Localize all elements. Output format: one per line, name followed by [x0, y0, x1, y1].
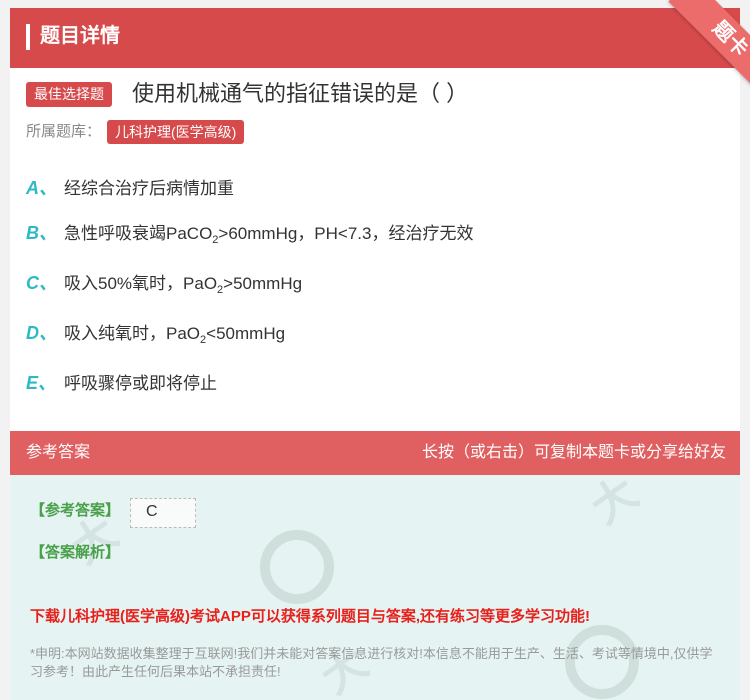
- option-text-tail: >60mmHg，PH<7.3，经治疗无效: [218, 224, 474, 243]
- watermark-mark: 大: [582, 475, 647, 534]
- card-header: 题目详情: [10, 8, 740, 68]
- option-text: 急性呼吸衰竭PaCO: [64, 224, 213, 243]
- option-b[interactable]: B、 急性呼吸衰竭PaCO2>60mmHg，PH<7.3，经治疗无效: [26, 218, 474, 248]
- option-text: 吸入50%氧时，PaO: [64, 274, 218, 293]
- watermark-logo-icon: [260, 530, 334, 604]
- option-c[interactable]: C、 吸入50%氧时，PaO2>50mmHg: [26, 268, 302, 298]
- question-text: 使用机械通气的指征错误的是（ ）: [132, 81, 469, 106]
- option-letter: E、: [26, 373, 57, 393]
- disclaimer-text: *申明:本网站数据收集整理于互联网!我们并未能对答案信息进行核对!本信息不能用于…: [30, 646, 713, 679]
- option-letter: C、: [26, 273, 57, 293]
- analysis-label: 【答案解析】: [30, 544, 121, 561]
- app-download-promo[interactable]: 下载儿科护理(医学高级)考试APP可以获得系列题目与答案,还有练习等更多学习功能…: [30, 606, 590, 628]
- header-accent-bar: [26, 24, 30, 50]
- option-d[interactable]: D、 吸入纯氧时，PaO2<50mmHg: [26, 318, 285, 348]
- option-letter: B、: [26, 223, 57, 243]
- option-text: 吸入纯氧时，PaO: [64, 324, 201, 343]
- option-letter: A、: [26, 178, 57, 198]
- header-title: 题目详情: [40, 25, 120, 47]
- option-text-tail: <50mmHg: [206, 324, 286, 343]
- option-e[interactable]: E、 呼吸骤停或即将停止: [26, 368, 217, 398]
- library-tag[interactable]: 儿科护理(医学高级): [107, 120, 245, 144]
- answer-value: C: [146, 503, 158, 520]
- corner-ribbon: 题卡: [650, 0, 750, 95]
- option-text: 呼吸骤停或即将停止: [64, 374, 217, 393]
- share-hint: 长按（或右击）可复制本题卡或分享给好友: [421, 444, 726, 461]
- question-type-tag: 最佳选择题: [26, 82, 112, 107]
- answer-section-title: 参考答案: [26, 444, 91, 461]
- answer-value-box: [130, 498, 196, 528]
- corner-ribbon-label: 题卡: [708, 17, 750, 61]
- option-a[interactable]: A、 经综合治疗后病情加重: [26, 173, 234, 203]
- answer-section-header: 参考答案 长按（或右击）可复制本题卡或分享给好友: [10, 431, 740, 475]
- answer-label: 【参考答案】: [30, 502, 121, 519]
- library-label: 所属题库：: [26, 123, 102, 140]
- option-text: 经综合治疗后病情加重: [64, 179, 234, 198]
- option-letter: D、: [26, 323, 57, 343]
- option-text-tail: >50mmHg: [223, 274, 303, 293]
